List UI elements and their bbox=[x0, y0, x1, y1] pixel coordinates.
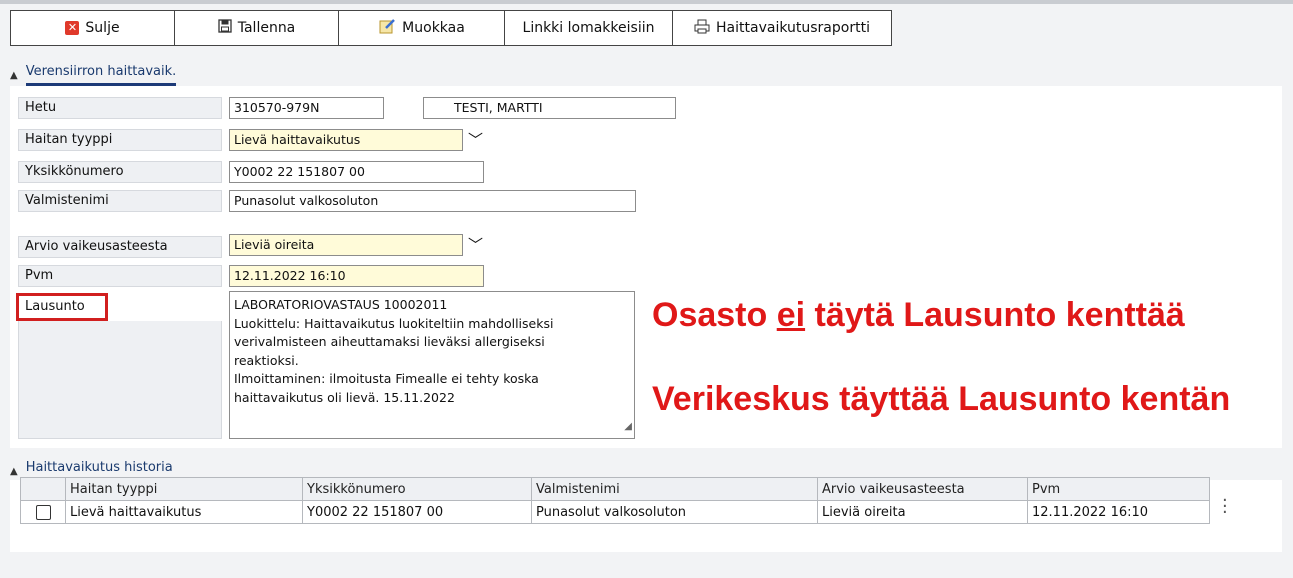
save-button[interactable]: Tallenna bbox=[175, 11, 339, 45]
severity-label: Arvio vaikeusasteesta bbox=[18, 236, 222, 258]
chevron-up-icon: ▲ bbox=[10, 69, 18, 81]
statement-textarea[interactable]: LABORATORIOVASTAUS 10002011 Luokittelu: … bbox=[229, 291, 635, 439]
hetu-label: Hetu bbox=[18, 97, 222, 119]
table-cell: Punasolut valkosoluton bbox=[531, 500, 818, 524]
close-button[interactable]: ✕ Sulje bbox=[11, 11, 175, 45]
statement-label-highlighted: Lausunto bbox=[16, 293, 108, 321]
chevron-down-icon[interactable]: ﹀ bbox=[468, 234, 483, 255]
annotation-ward-emphasis: ei bbox=[776, 296, 806, 334]
statement-line: Luokittelu: Haittavaikutus luokiteltiin … bbox=[234, 315, 554, 331]
table-cell: Lievä haittavaikutus bbox=[65, 500, 303, 524]
adverse-report-button[interactable]: Haittavaikutusraportti bbox=[673, 11, 891, 45]
statement-line: Ilmoittaminen: ilmoitusta Fimealle ei te… bbox=[234, 371, 539, 386]
annotation-ward-note: Osasto ei täytä Lausunto kenttää bbox=[652, 296, 1185, 335]
table-cell: 12.11.2022 16:10 bbox=[1027, 500, 1210, 524]
annotation-bloodcenter-note: Verikeskus täyttää Lausunto kentän bbox=[652, 380, 1231, 418]
forms-link-label: Linkki lomakkeisiin bbox=[522, 20, 655, 36]
statement-line: LABORATORIOVASTAUS 10002011 bbox=[234, 297, 448, 312]
statement-label-cell bbox=[18, 321, 222, 439]
adverse-report-label: Haittavaikutusraportti bbox=[716, 20, 870, 36]
date-field[interactable]: 12.11.2022 16:10 bbox=[229, 265, 484, 287]
harm-type-label: Haitan tyyppi bbox=[18, 129, 222, 151]
column-header[interactable]: Valmistenimi bbox=[531, 477, 818, 501]
column-header[interactable]: Arvio vaikeusasteesta bbox=[817, 477, 1028, 501]
table-row[interactable]: Lievä haittavaikutus Y0002 22 151807 00 … bbox=[20, 500, 1210, 524]
select-column-header bbox=[20, 477, 66, 501]
row-select-cell bbox=[20, 500, 66, 524]
row-checkbox[interactable] bbox=[35, 504, 51, 520]
edit-icon bbox=[378, 18, 396, 38]
hetu-field[interactable]: 310570-979N bbox=[229, 97, 384, 119]
section-transfusion-title: Verensiirron haittavaik. bbox=[25, 64, 177, 86]
toolbar: ✕ Sulje Tallenna Muokkaa Linkki lomakkei… bbox=[10, 10, 892, 46]
resize-handle-icon[interactable]: ◢ bbox=[624, 418, 632, 437]
statement-line: reaktioksi. bbox=[234, 352, 299, 368]
close-x-icon: ✕ bbox=[65, 21, 80, 35]
unit-number-label: Yksikkönumero bbox=[18, 161, 222, 183]
history-table: Haitan tyyppi Yksikkönumero Valmistenimi… bbox=[20, 477, 1210, 524]
forms-link-button[interactable]: Linkki lomakkeisiin bbox=[505, 11, 673, 45]
statement-line: haittavaikutus oli lievä. 15.11.2022 bbox=[234, 389, 455, 405]
patient-name-field[interactable]: TESTI, MARTTI bbox=[423, 97, 676, 119]
unit-number-field[interactable]: Y0002 22 151807 00 bbox=[229, 161, 484, 183]
table-cell: Y0002 22 151807 00 bbox=[302, 500, 532, 524]
column-header[interactable]: Pvm bbox=[1027, 477, 1210, 501]
edit-button[interactable]: Muokkaa bbox=[339, 11, 505, 45]
severity-select[interactable]: Lieviä oireita bbox=[229, 234, 463, 256]
history-header-row: Haitan tyyppi Yksikkönumero Valmistenimi… bbox=[20, 477, 1210, 501]
save-button-label: Tallenna bbox=[237, 20, 296, 36]
harm-type-select[interactable]: Lievä haittavaikutus bbox=[229, 129, 463, 151]
section-transfusion-header[interactable]: ▲ Verensiirron haittavaik. bbox=[10, 64, 177, 86]
statement-line: verivalmisteen aiheuttamaksi lieväksi al… bbox=[234, 334, 545, 349]
date-label: Pvm bbox=[18, 265, 222, 287]
print-icon bbox=[694, 19, 710, 38]
close-button-label: Sulje bbox=[85, 20, 120, 36]
product-name-label: Valmistenimi bbox=[18, 190, 222, 212]
chevron-down-icon[interactable]: ﹀ bbox=[468, 129, 483, 150]
annotation-ward-pre: Osasto bbox=[652, 296, 777, 334]
top-border bbox=[0, 0, 1293, 4]
column-header[interactable]: Haitan tyyppi bbox=[65, 477, 303, 501]
save-disk-icon bbox=[218, 19, 232, 37]
annotation-ward-post: täytä Lausunto kenttää bbox=[805, 296, 1185, 334]
table-cell: Lieviä oireita bbox=[817, 500, 1028, 524]
product-name-field[interactable]: Punasolut valkosoluton bbox=[229, 190, 636, 212]
edit-button-label: Muokkaa bbox=[402, 20, 465, 36]
column-header[interactable]: Yksikkönumero bbox=[302, 477, 532, 501]
more-options-kebab-icon[interactable]: · · · bbox=[1222, 492, 1228, 522]
chevron-up-icon: ▲ bbox=[10, 465, 18, 477]
